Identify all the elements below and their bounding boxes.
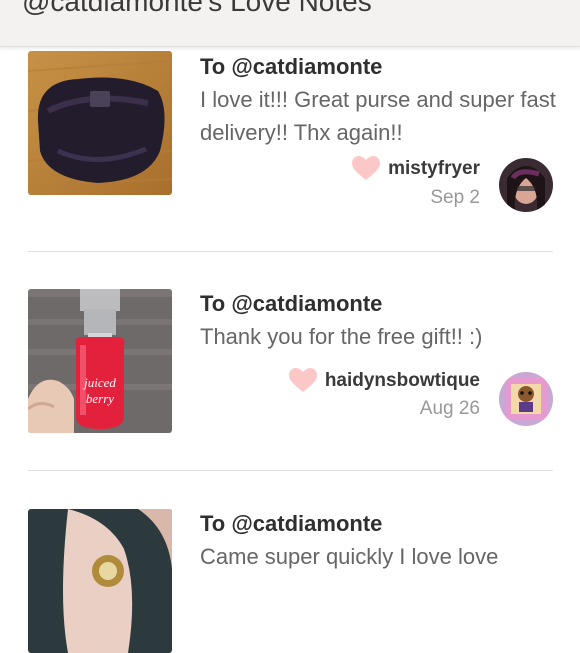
perfume-bottle-photo-icon: juiced berry (28, 289, 172, 433)
note-thumbnail[interactable] (28, 51, 172, 195)
svg-text:berry: berry (86, 391, 114, 406)
author-avatar[interactable] (499, 372, 553, 426)
note-message: Came super quickly I love love (200, 544, 499, 569)
note-author-username[interactable]: mistyfryer (388, 158, 480, 180)
author-avatar[interactable] (499, 158, 553, 212)
note-thumbnail[interactable] (28, 509, 172, 653)
note-author-row[interactable]: mistyfryer (352, 154, 480, 184)
user-avatar-icon (499, 372, 553, 426)
note-message: I love it!!! Great purse and super fast … (200, 87, 556, 145)
page-title: @catdiamonte's Love Notes (22, 0, 372, 17)
note-thumbnail[interactable]: juiced berry (28, 289, 172, 433)
note-recipient: To @catdiamonte (200, 511, 383, 536)
note-divider (28, 251, 553, 252)
note-recipient: To @catdiamonte (200, 291, 383, 316)
note-message: Thank you for the free gift!! :) (200, 324, 483, 349)
heart-icon[interactable] (288, 368, 317, 394)
user-avatar-icon (499, 158, 553, 212)
heart-icon[interactable] (352, 156, 381, 182)
note-date: Sep 2 (430, 187, 480, 208)
perfume-label: juiced berry (82, 375, 116, 406)
note-date: Aug 26 (419, 398, 480, 419)
page-header: @catdiamonte's Love Notes (0, 0, 580, 47)
note-divider (28, 470, 553, 471)
note-recipient: To @catdiamonte (200, 54, 383, 79)
note-author-username[interactable]: haidynsbowtique (325, 370, 480, 392)
purse-photo-icon (28, 51, 172, 195)
note-author-row[interactable]: haidynsbowtique (288, 366, 480, 396)
svg-text:juiced: juiced (82, 375, 116, 390)
ring-photo-icon (28, 509, 172, 653)
